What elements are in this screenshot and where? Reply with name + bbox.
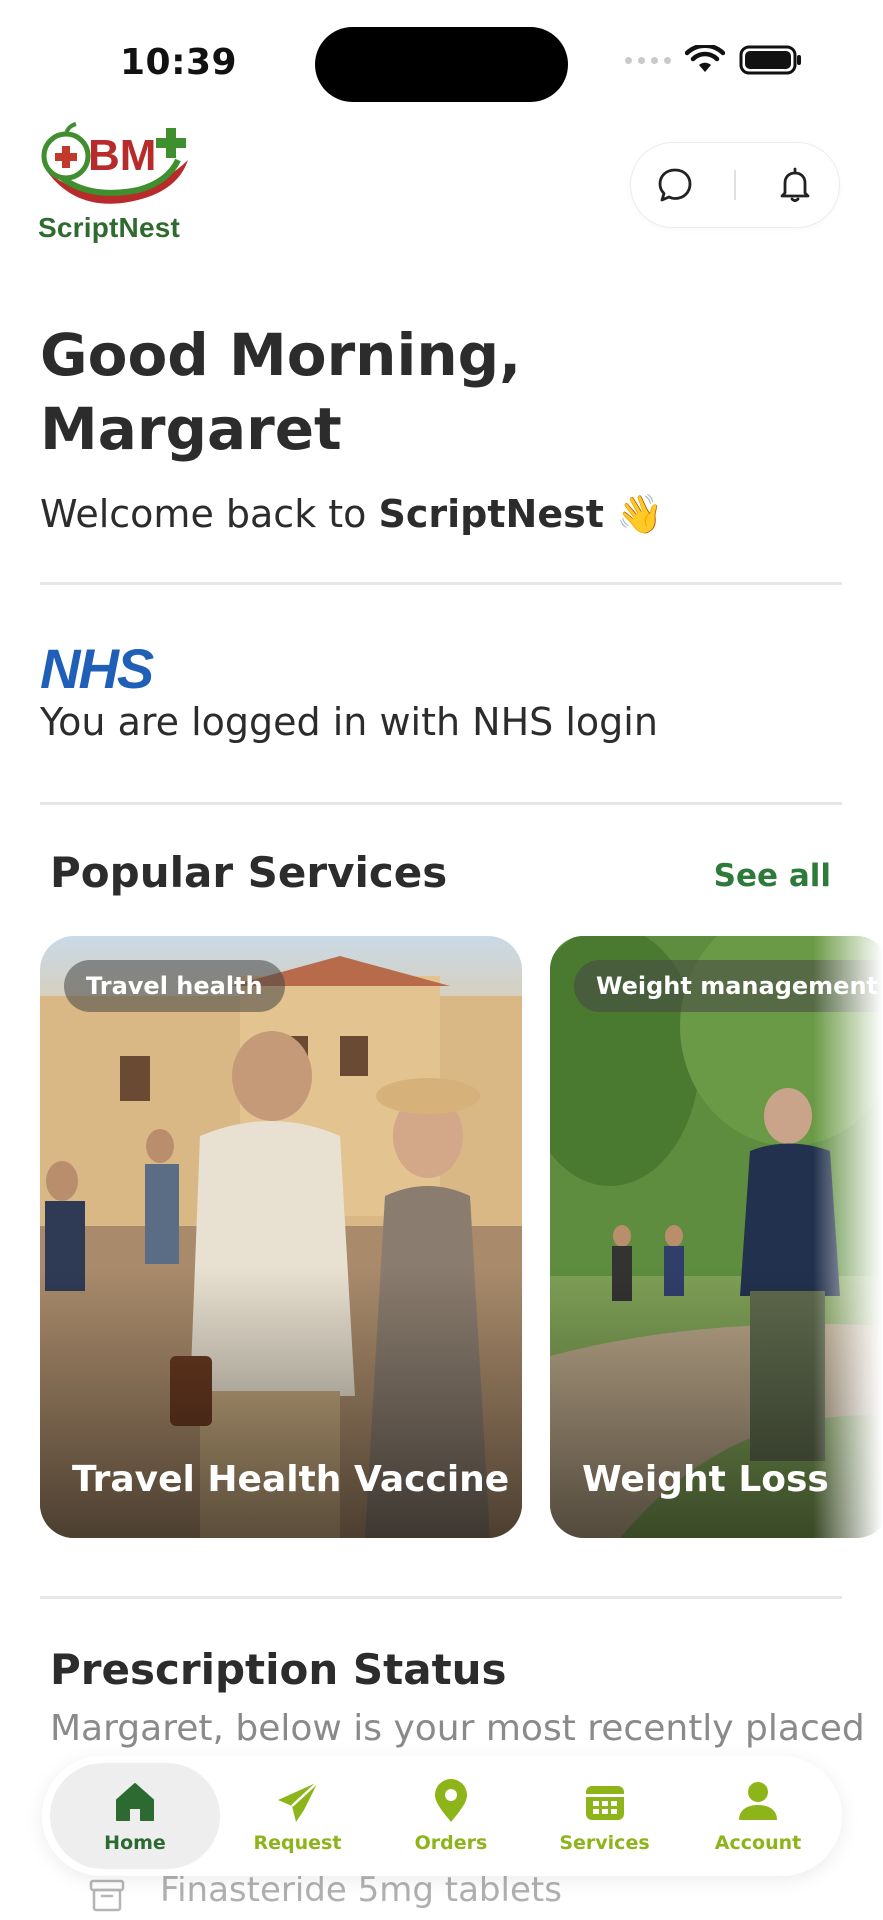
bell-icon <box>780 167 809 202</box>
chat-bubble-icon <box>659 168 692 202</box>
header-divider <box>734 170 736 200</box>
services-carousel[interactable]: Travel health Travel Health Vaccine Weig… <box>40 936 883 1540</box>
service-tag: Travel health <box>64 960 285 1012</box>
card-gradient-overlay <box>40 936 522 1538</box>
nhs-logo: NHS <box>40 637 154 700</box>
nav-request[interactable]: Request <box>222 1763 374 1869</box>
status-bar: 10:39 <box>0 0 883 110</box>
chat-button[interactable] <box>645 155 705 215</box>
popular-services-title: Popular Services <box>50 848 448 897</box>
prescription-item-name: Finasteride 5mg tablets <box>160 1870 562 1910</box>
nav-orders[interactable]: Orders <box>375 1763 527 1869</box>
scriptnest-logo[interactable]: BM ScriptNest <box>38 120 198 245</box>
prescription-status-subtitle: Margaret, below is your most recently pl… <box>50 1708 865 1749</box>
paper-plane-icon <box>277 1781 319 1822</box>
prescription-status-title: Prescription Status <box>50 1645 507 1694</box>
nhs-login-message: You are logged in with NHS login <box>40 700 658 744</box>
nav-label: Account <box>714 1832 802 1854</box>
greeting-title: Good Morning, Margaret <box>40 321 522 463</box>
nav-label: Home <box>104 1832 166 1854</box>
nav-home[interactable]: Home <box>50 1763 220 1869</box>
dynamic-island <box>315 27 568 102</box>
divider <box>40 582 842 585</box>
nav-label: Services <box>559 1832 650 1854</box>
user-icon <box>739 1782 777 1820</box>
bm-logo-mark: BM <box>41 122 188 204</box>
header-actions <box>630 142 840 228</box>
calendar-icon <box>585 1786 624 1820</box>
battery-icon <box>739 45 801 75</box>
divider <box>40 1596 842 1599</box>
service-card-title: Weight Loss <box>582 1459 829 1500</box>
welcome-prefix: Welcome back to <box>40 492 379 536</box>
carousel-edge-fade <box>813 936 883 1540</box>
archive-box-icon <box>89 1879 125 1912</box>
nav-services[interactable]: Services <box>529 1763 681 1869</box>
status-time: 10:39 <box>120 42 238 83</box>
waving-hand-icon: 👋 <box>616 492 664 536</box>
welcome-brand: ScriptNest <box>378 492 604 536</box>
home-icon <box>116 1783 154 1821</box>
notifications-button[interactable] <box>765 155 825 215</box>
service-card-travel[interactable]: Travel health Travel Health Vaccine <box>40 936 522 1538</box>
welcome-text: Welcome back to ScriptNest 👋 <box>40 492 663 537</box>
nav-label: Request <box>253 1832 342 1854</box>
wifi-icon <box>685 45 725 72</box>
service-card-title: Travel Health Vaccine <box>72 1459 510 1500</box>
logo-text: ScriptNest <box>38 212 181 243</box>
see-all-link[interactable]: See all <box>714 858 831 894</box>
nav-label: Orders <box>414 1832 488 1854</box>
nav-account[interactable]: Account <box>682 1763 834 1869</box>
status-icons <box>625 44 803 76</box>
divider <box>40 802 842 805</box>
location-pin-icon <box>435 1779 467 1822</box>
bottom-navigation: Home Request Orders Services Account <box>42 1756 842 1876</box>
svg-text:BM: BM <box>88 131 156 180</box>
cellular-signal-icon <box>625 56 671 64</box>
